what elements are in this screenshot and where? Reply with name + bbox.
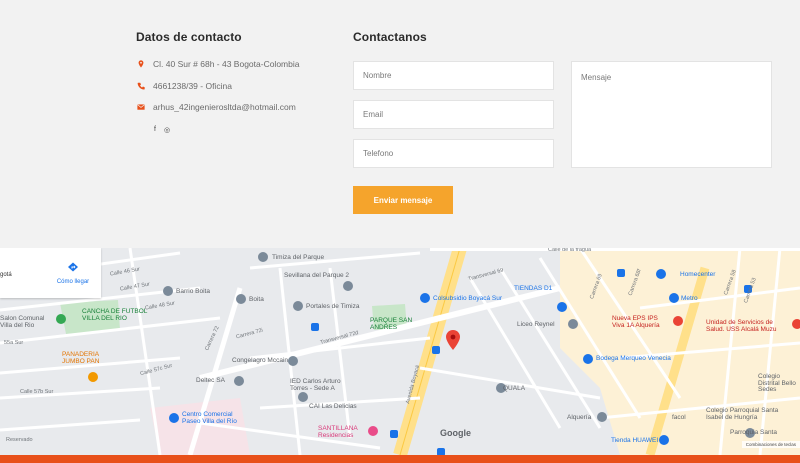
transit-stop-icon bbox=[311, 323, 319, 331]
phone-field[interactable]: Telefono bbox=[353, 139, 554, 168]
transit-stop-icon bbox=[617, 269, 625, 277]
phone-text: 4661238/39 - Oficina bbox=[153, 81, 232, 91]
name-placeholder: Nombre bbox=[363, 71, 392, 80]
phone-placeholder: Telefono bbox=[363, 149, 394, 158]
map-label-nueva-eps: Nueva EPS IPS Viva 1A Alquería bbox=[612, 315, 660, 329]
map-label-tiendas-d1: TIENDAS D1 bbox=[514, 285, 553, 292]
contact-section: Datos de contacto Cl. 40 Sur # 68h - 43 … bbox=[0, 0, 800, 248]
colsubsidio-poi-icon bbox=[420, 293, 430, 303]
map-label-homecenter: Homecenter bbox=[680, 271, 716, 278]
map-label-boita: Boita bbox=[249, 296, 264, 303]
transit-stop-icon bbox=[437, 448, 445, 455]
submit-button[interactable]: Enviar mensaje bbox=[353, 186, 453, 214]
map-label-colegio-santa: Colegio Parroquial Santa Isabel de Hungr… bbox=[706, 407, 779, 421]
directions-card: gotá Cómo llegar bbox=[0, 248, 101, 298]
name-field[interactable]: Nombre bbox=[353, 61, 554, 90]
message-placeholder: Mensaje bbox=[581, 73, 612, 82]
street-reservado: Reservado bbox=[6, 437, 33, 443]
map-label-alqueria: Alquería bbox=[567, 414, 592, 421]
place-name-fragment: gotá bbox=[0, 272, 12, 278]
phone-item: 4661238/39 - Oficina bbox=[136, 81, 232, 91]
form-heading: Contactanos bbox=[353, 30, 427, 44]
map-label-barrio-boita: Barrio Boita bbox=[176, 288, 210, 295]
map-label-portales: Portales de Timiza bbox=[306, 303, 360, 310]
map-label-salon: Salon Comunal Villa del Rio bbox=[0, 315, 45, 329]
map-label-timiza: Timiza del Parque bbox=[272, 254, 325, 261]
contact-heading: Datos de contacto bbox=[136, 30, 242, 44]
sevillana-poi-icon bbox=[343, 281, 353, 291]
map-label-metro: Metro bbox=[681, 295, 698, 302]
tienda-huawei-poi-icon bbox=[659, 435, 669, 445]
map-label-parque-san-andres: PARQUE SAN ANDRES bbox=[370, 317, 413, 331]
map-streets bbox=[0, 248, 800, 455]
location-marker-icon[interactable] bbox=[446, 330, 460, 350]
email-text[interactable]: arhus_42ingenieroslt​da@hotmail.com bbox=[153, 102, 296, 112]
street-calle-55: 55a Sur bbox=[4, 340, 24, 346]
timiza-poi-icon bbox=[258, 252, 268, 262]
map-label-unidad-salud: Unidad de Servicios de Salud. USS Alcalá… bbox=[706, 319, 777, 333]
map-label-cai: CAI Las Delicias bbox=[309, 403, 357, 410]
message-field[interactable]: Mensaje bbox=[571, 61, 772, 168]
map-footer: Combinaciones de teclas bbox=[741, 441, 800, 448]
map-label-quala: QUALA bbox=[503, 385, 526, 392]
deltec-poi-icon bbox=[234, 376, 244, 386]
contact-form-header: Contactanos bbox=[353, 30, 427, 44]
map-label-santillana: SANTILLANA Residencias bbox=[318, 425, 358, 439]
map-label-deltec: Deltec SA bbox=[196, 377, 225, 384]
instagram-icon[interactable]: ◎ bbox=[164, 126, 170, 134]
footer-accent-bar bbox=[0, 455, 800, 463]
map-label-ied: IED Carlos Arturo Torres - Sede A bbox=[290, 378, 341, 392]
map-embed[interactable]: gotá Cómo llegar Timiza del Parque Sevil… bbox=[0, 248, 800, 455]
directions-label: Cómo llegar bbox=[56, 279, 90, 285]
ied-poi-icon bbox=[298, 392, 308, 402]
facebook-icon[interactable]: f bbox=[154, 126, 156, 134]
map-label-congelagro: Congelagro Mccain bbox=[232, 357, 289, 364]
alqueria-poi-icon bbox=[597, 412, 607, 422]
email-item[interactable]: arhus_42ingenieroslt​da@hotmail.com bbox=[136, 102, 296, 112]
phone-icon bbox=[136, 81, 146, 91]
homecenter-poi-icon bbox=[656, 269, 666, 279]
nueva-eps-poi-icon bbox=[673, 316, 683, 326]
transit-stop-icon bbox=[432, 346, 440, 354]
barrio-boita-poi-icon bbox=[163, 286, 173, 296]
map-label-parroquia: Parroquia Santa bbox=[730, 429, 777, 436]
portales-poi-icon bbox=[293, 301, 303, 311]
address-text: Cl. 40 Sur # 68h - 43 Bogota-Colombia bbox=[153, 59, 300, 69]
map-label-centro-comercial: Centro Comercial Paseo Villa del Río bbox=[182, 411, 237, 425]
street-calle-57b: Calle 57b Sur bbox=[20, 389, 54, 395]
email-placeholder: Email bbox=[363, 110, 384, 119]
contact-info: Datos de contacto Cl. 40 Sur # 68h - 43 … bbox=[136, 30, 336, 134]
map-label-colsubsidio: Colsubsidio Boyacá Sur bbox=[433, 295, 503, 302]
tiendas-d1-poi-icon bbox=[557, 302, 567, 312]
street-calle-fragua: Calle de la fragua bbox=[548, 248, 592, 253]
metro-poi-icon bbox=[669, 293, 679, 303]
social-links: f ◎ bbox=[154, 126, 170, 134]
map-label-tienda-huawei: Tienda HUAWEI bbox=[611, 437, 659, 444]
map-label-sevillana: Sevillana del Parque 2 bbox=[284, 272, 350, 279]
centro-comercial-poi-icon bbox=[169, 413, 179, 423]
map-label-liceo: Liceo Reynel bbox=[517, 321, 555, 328]
location-pin-icon bbox=[136, 59, 146, 69]
bodega-poi-icon bbox=[583, 354, 593, 364]
map-label-colegio-bello: Colegio Distrital Bello Sedes bbox=[758, 373, 796, 393]
map-label-bodega: Bodega Merqueo Venecia bbox=[596, 355, 671, 362]
map-label-panaderia: PANADERIA JUMBO PAN bbox=[62, 351, 100, 365]
boita-poi-icon bbox=[236, 294, 246, 304]
unidad-salud-poi-icon bbox=[792, 319, 800, 329]
santillana-poi-icon bbox=[368, 426, 378, 436]
email-field[interactable]: Email bbox=[353, 100, 554, 129]
directions-icon bbox=[68, 262, 78, 272]
panaderia-poi-icon bbox=[88, 372, 98, 382]
mail-icon bbox=[136, 102, 146, 112]
park-poi-icon bbox=[56, 314, 66, 324]
directions-button[interactable]: Cómo llegar bbox=[54, 259, 92, 285]
liceo-poi-icon bbox=[568, 319, 578, 329]
map-label-facol: facol bbox=[672, 414, 686, 421]
address-item: Cl. 40 Sur # 68h - 43 Bogota-Colombia bbox=[136, 59, 299, 69]
congelagro-poi-icon bbox=[288, 356, 298, 366]
transit-stop-icon bbox=[390, 430, 398, 438]
google-logo: Google bbox=[440, 428, 471, 438]
